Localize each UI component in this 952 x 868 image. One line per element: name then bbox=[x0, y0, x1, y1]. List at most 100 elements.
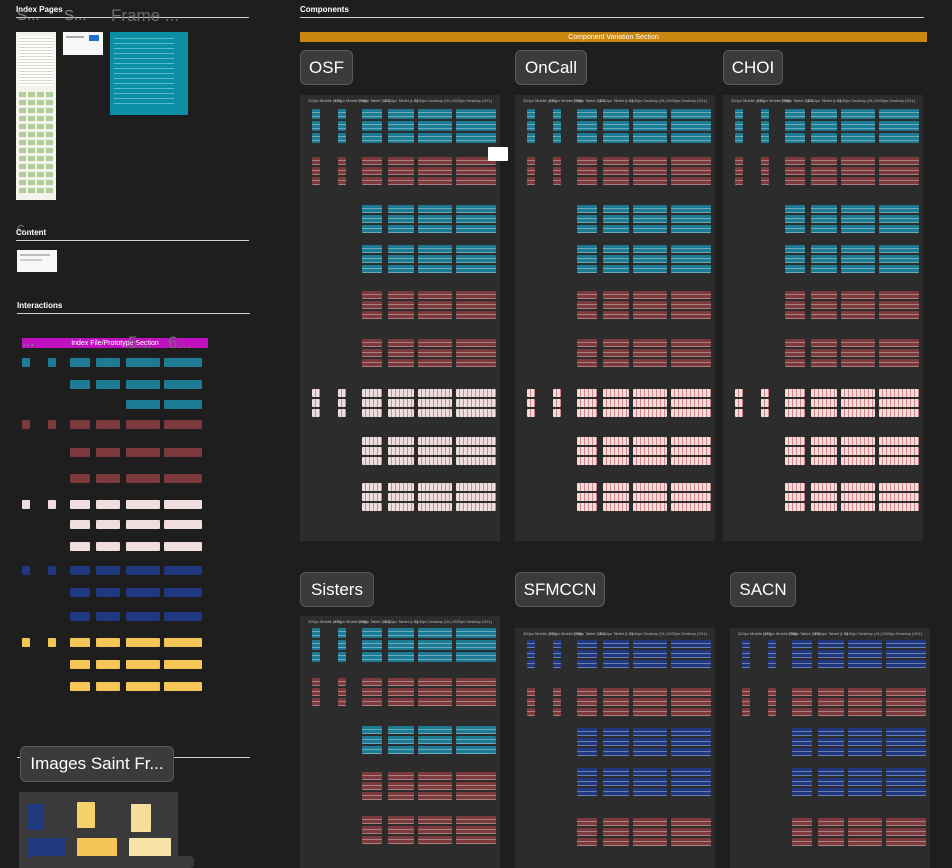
component-variant-thumbnail[interactable] bbox=[456, 736, 496, 744]
component-variant-thumbnail[interactable] bbox=[388, 245, 414, 253]
component-variant-thumbnail[interactable] bbox=[603, 109, 629, 119]
component-variant-thumbnail[interactable] bbox=[553, 708, 561, 716]
interaction-frame-thumbnail[interactable] bbox=[96, 420, 120, 429]
component-variant-thumbnail[interactable] bbox=[362, 133, 382, 143]
component-variant-thumbnail[interactable] bbox=[577, 177, 597, 185]
component-variant-thumbnail[interactable] bbox=[388, 726, 414, 734]
component-variant-thumbnail[interactable] bbox=[603, 688, 629, 696]
component-variant-thumbnail[interactable] bbox=[785, 457, 805, 465]
component-variant-thumbnail[interactable] bbox=[577, 167, 597, 175]
component-variant-thumbnail[interactable] bbox=[879, 409, 919, 417]
component-variant-thumbnail[interactable] bbox=[418, 772, 452, 780]
interaction-frame-thumbnail[interactable] bbox=[164, 660, 202, 669]
interaction-frame-thumbnail[interactable] bbox=[48, 638, 56, 647]
index-ghost-label-2[interactable]: S... bbox=[64, 7, 87, 24]
component-variant-thumbnail[interactable] bbox=[456, 291, 496, 299]
interaction-frame-thumbnail[interactable] bbox=[70, 358, 90, 367]
component-variant-thumbnail[interactable] bbox=[633, 660, 667, 668]
component-variant-thumbnail[interactable] bbox=[841, 339, 875, 347]
component-variant-thumbnail[interactable] bbox=[418, 349, 452, 357]
component-variant-thumbnail[interactable] bbox=[785, 177, 805, 185]
component-variant-thumbnail[interactable] bbox=[818, 688, 844, 696]
component-variant-thumbnail[interactable] bbox=[362, 503, 382, 511]
interaction-frame-thumbnail[interactable] bbox=[96, 542, 120, 551]
component-variant-thumbnail[interactable] bbox=[841, 389, 875, 397]
component-variant-thumbnail[interactable] bbox=[841, 399, 875, 407]
component-variant-thumbnail[interactable] bbox=[603, 503, 629, 511]
component-variant-thumbnail[interactable] bbox=[553, 698, 561, 706]
component-variant-thumbnail[interactable] bbox=[553, 157, 561, 165]
component-variant-thumbnail[interactable] bbox=[362, 836, 382, 844]
interaction-frame-thumbnail[interactable] bbox=[70, 682, 90, 691]
component-variant-thumbnail[interactable] bbox=[577, 359, 597, 367]
component-variant-thumbnail[interactable] bbox=[577, 121, 597, 131]
index-ghost-label-3[interactable]: Frame ... bbox=[111, 6, 179, 26]
component-variant-thumbnail[interactable] bbox=[633, 245, 667, 253]
interaction-frame-thumbnail[interactable] bbox=[126, 520, 160, 529]
component-variant-thumbnail[interactable] bbox=[841, 301, 875, 309]
image-tile[interactable] bbox=[131, 804, 151, 832]
interaction-frame-thumbnail[interactable] bbox=[164, 358, 202, 367]
component-variant-thumbnail[interactable] bbox=[792, 728, 812, 736]
component-variant-thumbnail[interactable] bbox=[603, 177, 629, 185]
component-variant-thumbnail[interactable] bbox=[671, 640, 711, 648]
component-board-osf[interactable]: 320px Mobile (XS) 414px Mobile (SM) 768px … bbox=[300, 95, 500, 541]
component-variant-thumbnail[interactable] bbox=[603, 728, 629, 736]
component-variant-thumbnail[interactable] bbox=[671, 255, 711, 263]
component-variant-thumbnail[interactable] bbox=[633, 447, 667, 455]
component-variant-thumbnail[interactable] bbox=[671, 225, 711, 233]
component-variant-thumbnail[interactable] bbox=[633, 818, 667, 826]
interaction-frame-thumbnail[interactable] bbox=[96, 520, 120, 529]
component-variant-thumbnail[interactable] bbox=[603, 291, 629, 299]
component-variant-thumbnail[interactable] bbox=[418, 255, 452, 263]
interaction-frame-thumbnail[interactable] bbox=[164, 500, 202, 509]
group-label-osf[interactable]: OSF bbox=[300, 50, 353, 85]
component-variant-thumbnail[interactable] bbox=[527, 177, 535, 185]
component-variant-thumbnail[interactable] bbox=[456, 399, 496, 407]
component-variant-thumbnail[interactable] bbox=[577, 483, 597, 491]
interaction-frame-thumbnail[interactable] bbox=[126, 612, 160, 621]
component-variant-thumbnail[interactable] bbox=[735, 167, 743, 175]
component-variant-thumbnail[interactable] bbox=[362, 121, 382, 131]
component-variant-thumbnail[interactable] bbox=[527, 708, 535, 716]
component-variant-thumbnail[interactable] bbox=[848, 768, 882, 776]
component-variant-thumbnail[interactable] bbox=[785, 447, 805, 455]
component-variant-thumbnail[interactable] bbox=[338, 652, 346, 662]
component-variant-thumbnail[interactable] bbox=[811, 109, 837, 119]
component-variant-thumbnail[interactable] bbox=[362, 399, 382, 407]
component-variant-thumbnail[interactable] bbox=[785, 339, 805, 347]
component-variant-thumbnail[interactable] bbox=[886, 650, 926, 658]
component-variant-thumbnail[interactable] bbox=[362, 726, 382, 734]
component-variant-thumbnail[interactable] bbox=[818, 838, 844, 846]
component-variant-thumbnail[interactable] bbox=[633, 788, 667, 796]
component-variant-thumbnail[interactable] bbox=[879, 157, 919, 165]
component-variant-thumbnail[interactable] bbox=[841, 359, 875, 367]
interaction-frame-thumbnail[interactable] bbox=[70, 380, 90, 389]
component-variant-thumbnail[interactable] bbox=[633, 177, 667, 185]
component-variant-thumbnail[interactable] bbox=[418, 457, 452, 465]
component-variant-thumbnail[interactable] bbox=[792, 788, 812, 796]
component-variant-thumbnail[interactable] bbox=[456, 409, 496, 417]
component-variant-thumbnail[interactable] bbox=[671, 708, 711, 716]
component-variant-thumbnail[interactable] bbox=[388, 836, 414, 844]
component-variant-thumbnail[interactable] bbox=[633, 457, 667, 465]
component-variant-thumbnail[interactable] bbox=[362, 339, 382, 347]
component-variant-thumbnail[interactable] bbox=[456, 205, 496, 213]
component-variant-thumbnail[interactable] bbox=[633, 215, 667, 223]
component-board-sfmccn[interactable]: 320px Mobile (XS) 414px Mobile (SM) 768px … bbox=[515, 628, 715, 868]
component-variant-thumbnail[interactable] bbox=[603, 255, 629, 263]
component-variant-thumbnail[interactable] bbox=[841, 157, 875, 165]
component-variant-thumbnail[interactable] bbox=[388, 215, 414, 223]
component-variant-thumbnail[interactable] bbox=[671, 788, 711, 796]
component-variant-thumbnail[interactable] bbox=[338, 157, 346, 165]
component-variant-thumbnail[interactable] bbox=[388, 698, 414, 706]
component-variant-thumbnail[interactable] bbox=[362, 772, 382, 780]
content-ghost-label[interactable]: C... bbox=[17, 224, 33, 235]
component-variant-thumbnail[interactable] bbox=[879, 483, 919, 491]
component-variant-thumbnail[interactable] bbox=[792, 640, 812, 648]
component-variant-thumbnail[interactable] bbox=[671, 215, 711, 223]
component-variant-thumbnail[interactable] bbox=[577, 311, 597, 319]
component-variant-thumbnail[interactable] bbox=[338, 409, 346, 417]
interaction-frame-thumbnail[interactable] bbox=[164, 588, 202, 597]
component-variant-thumbnail[interactable] bbox=[553, 109, 561, 119]
